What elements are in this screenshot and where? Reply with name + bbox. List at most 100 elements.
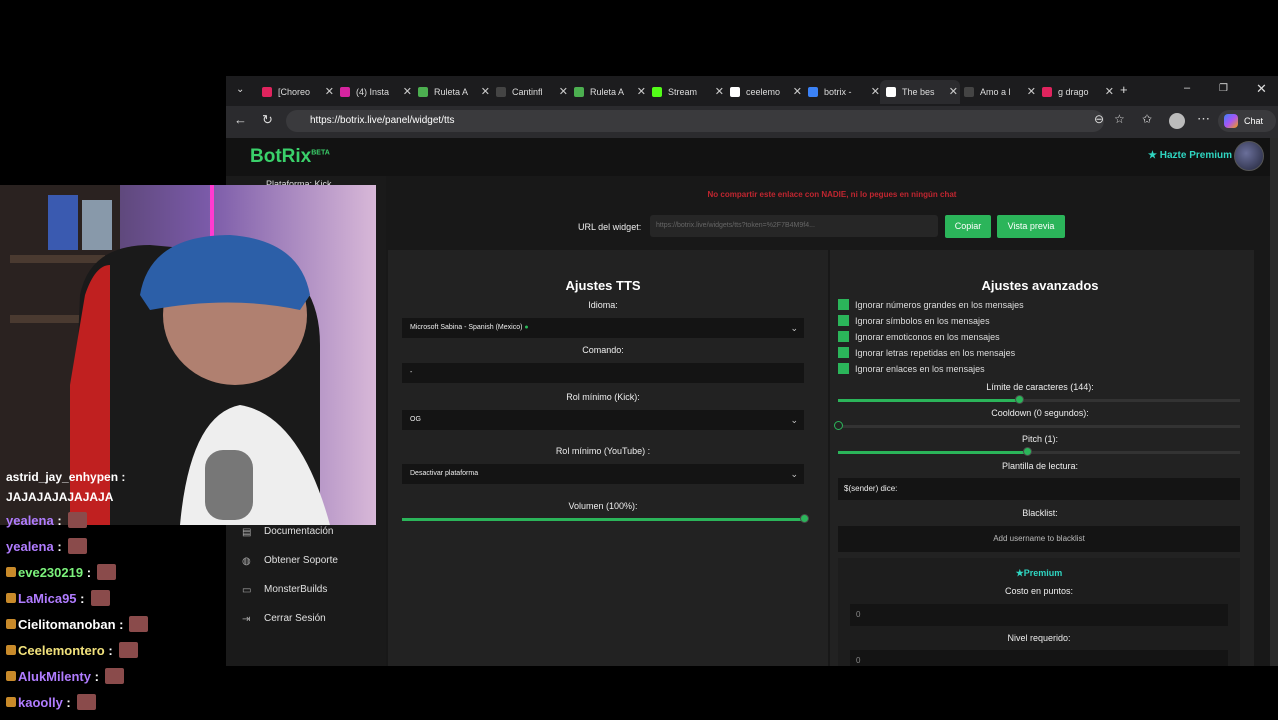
checkbox-checked[interactable] xyxy=(838,331,849,342)
template-input[interactable]: $(sender) dice: xyxy=(838,478,1240,500)
advanced-settings-panel: Ajustes avanzados Ignorar números grande… xyxy=(830,250,1254,666)
ignore-option-checkbox[interactable]: Ignorar enlaces en los mensajes xyxy=(838,363,985,374)
chat-emote-icon xyxy=(129,616,149,632)
chat-emote-icon xyxy=(67,538,87,554)
char-limit-label: Límite de caracteres (144): xyxy=(986,382,1094,392)
role-kick-select[interactable]: OG ⌄ xyxy=(402,410,804,430)
slider-knob[interactable] xyxy=(800,514,809,523)
slider-knob[interactable] xyxy=(1014,395,1024,404)
level-input[interactable]: 0 xyxy=(850,650,1228,666)
blacklist-label: Blacklist: xyxy=(1022,508,1058,518)
checkbox-checked[interactable] xyxy=(838,299,849,310)
tab-label: g drago xyxy=(1058,87,1089,97)
chat-overlay: astrid_jay_enhypen : JAJAJAJAJAJAJA yealen… xyxy=(0,440,270,720)
avatar[interactable] xyxy=(1234,141,1264,171)
close-tab-icon[interactable]: ✕ xyxy=(325,85,334,98)
minimize-icon[interactable]: – xyxy=(1184,82,1190,94)
browser-tab[interactable]: g drago ✕ xyxy=(1036,80,1116,104)
close-tab-icon[interactable]: ✕ xyxy=(481,85,490,98)
advanced-title: Ajustes avanzados xyxy=(981,278,1099,293)
char-limit-slider[interactable] xyxy=(838,395,1240,404)
tab-bar: ⌄ [Choreo ✕ (4) Insta ✕ Ruleta A ✕ Cantinfl ✕ Ru… xyxy=(226,76,1278,106)
close-tab-icon[interactable]: ✕ xyxy=(403,85,412,98)
tab-label: Stream xyxy=(668,87,698,97)
close-window-icon[interactable]: ✕ xyxy=(1256,81,1267,97)
close-tab-icon[interactable]: ✕ xyxy=(871,85,880,98)
chat-emote-icon xyxy=(118,642,138,658)
checkbox-checked[interactable] xyxy=(838,347,849,358)
close-tab-icon[interactable]: ✕ xyxy=(1027,85,1036,98)
tab-favicon-icon xyxy=(730,87,740,97)
premium-link[interactable]: ★ Hazte Premium xyxy=(1148,150,1232,161)
star-icon: ★ xyxy=(1015,568,1024,578)
browser-tab[interactable]: Ruleta A ✕ xyxy=(412,80,492,104)
favorite-star-icon[interactable]: ☆ xyxy=(1114,112,1125,126)
chat-badge-icon xyxy=(6,697,16,707)
browser-tab[interactable]: (4) Insta ✕ xyxy=(334,80,414,104)
zoom-icon[interactable]: ⊖ xyxy=(1094,112,1104,126)
slider-knob[interactable] xyxy=(1022,447,1032,456)
language-label: Idioma: xyxy=(588,300,618,310)
profile-icon[interactable] xyxy=(1169,113,1185,129)
close-tab-icon[interactable]: ✕ xyxy=(949,85,958,98)
chat-username: astrid_jay_enhypen : xyxy=(6,470,126,484)
star-icon: ★ xyxy=(1148,150,1157,161)
browser-tab[interactable]: ceelemo ✕ xyxy=(724,80,804,104)
language-select[interactable]: Microsoft Sabina - Spanish (Mexico) ● ⌄ xyxy=(402,318,804,338)
role-youtube-label: Rol mínimo (YouTube) : xyxy=(555,446,651,456)
restore-icon[interactable]: ❐ xyxy=(1219,83,1228,94)
close-tab-icon[interactable]: ✕ xyxy=(559,85,568,98)
copilot-icon xyxy=(1224,114,1238,128)
copy-button[interactable]: Copiar xyxy=(945,215,991,238)
pitch-slider[interactable] xyxy=(838,447,1240,456)
chat-username: AlukMilenty xyxy=(18,668,91,684)
warning-text: No compartir este enlace con NADIE, ni l… xyxy=(707,190,957,199)
copilot-chat-button[interactable]: Chat xyxy=(1218,110,1276,132)
close-tab-icon[interactable]: ✕ xyxy=(793,85,802,98)
tab-list-icon[interactable]: ⌄ xyxy=(236,84,244,95)
cooldown-slider[interactable] xyxy=(834,421,1240,430)
widget-url-field[interactable]: https://botrix.live/widgets/tts?token=%2… xyxy=(650,215,938,237)
command-input[interactable]: - xyxy=(402,363,804,383)
chat-emote-icon xyxy=(67,512,87,528)
preview-button[interactable]: Vista previa xyxy=(997,215,1065,238)
site-logo[interactable]: BotRixBETA xyxy=(250,146,330,168)
close-tab-icon[interactable]: ✕ xyxy=(1105,85,1114,98)
checkbox-label: Ignorar símbolos en los mensajes xyxy=(855,315,990,326)
ignore-option-checkbox[interactable]: Ignorar emoticonos en los mensajes xyxy=(838,331,1000,342)
status-dot-icon: ● xyxy=(524,324,529,331)
new-tab-icon[interactable]: + xyxy=(1120,82,1128,97)
browser-tab[interactable]: Cantinfl ✕ xyxy=(490,80,570,104)
role-kick-value: OG xyxy=(410,416,421,423)
checkbox-checked[interactable] xyxy=(838,363,849,374)
cost-input[interactable]: 0 xyxy=(850,604,1228,626)
checkbox-checked[interactable] xyxy=(838,315,849,326)
volume-slider[interactable] xyxy=(402,514,809,523)
back-icon[interactable]: ← xyxy=(234,112,247,127)
tab-label: botrix - xyxy=(824,87,852,97)
blacklist-add-button[interactable]: Add username to blacklist xyxy=(838,526,1240,552)
close-tab-icon[interactable]: ✕ xyxy=(715,85,724,98)
scrollbar[interactable] xyxy=(1270,138,1278,666)
tab-label: ceelemo xyxy=(746,87,781,97)
ignore-option-checkbox[interactable]: Ignorar números grandes en los mensajes xyxy=(838,299,1024,310)
more-menu-icon[interactable]: ⋯ xyxy=(1197,111,1210,127)
ignore-option-checkbox[interactable]: Ignorar símbolos en los mensajes xyxy=(838,315,990,326)
browser-tab[interactable]: Ruleta A ✕ xyxy=(568,80,648,104)
url-input[interactable]: https://botrix.live/panel/widget/tts xyxy=(286,110,1104,132)
chat-message: kaoolly : xyxy=(6,694,96,710)
role-youtube-value: Desactivar plataforma xyxy=(410,470,479,477)
browser-tab[interactable]: Amo a l ✕ xyxy=(958,80,1038,104)
slider-knob[interactable] xyxy=(834,421,843,430)
favorites-icon[interactable]: ✩ xyxy=(1142,112,1152,126)
browser-tab[interactable]: The bes ✕ xyxy=(880,80,960,104)
browser-tab[interactable]: botrix - ✕ xyxy=(802,80,882,104)
ignore-option-checkbox[interactable]: Ignorar letras repetidas en los mensajes xyxy=(838,347,1015,358)
browser-tab[interactable]: Stream ✕ xyxy=(646,80,726,104)
browser-tab[interactable]: [Choreo ✕ xyxy=(256,80,336,104)
role-youtube-select[interactable]: Desactivar plataforma ⌄ xyxy=(402,464,804,484)
chat-username: yealena xyxy=(6,538,54,554)
reload-icon[interactable]: ↻ xyxy=(262,112,273,128)
close-tab-icon[interactable]: ✕ xyxy=(637,85,646,98)
slider-fill xyxy=(838,399,1019,402)
